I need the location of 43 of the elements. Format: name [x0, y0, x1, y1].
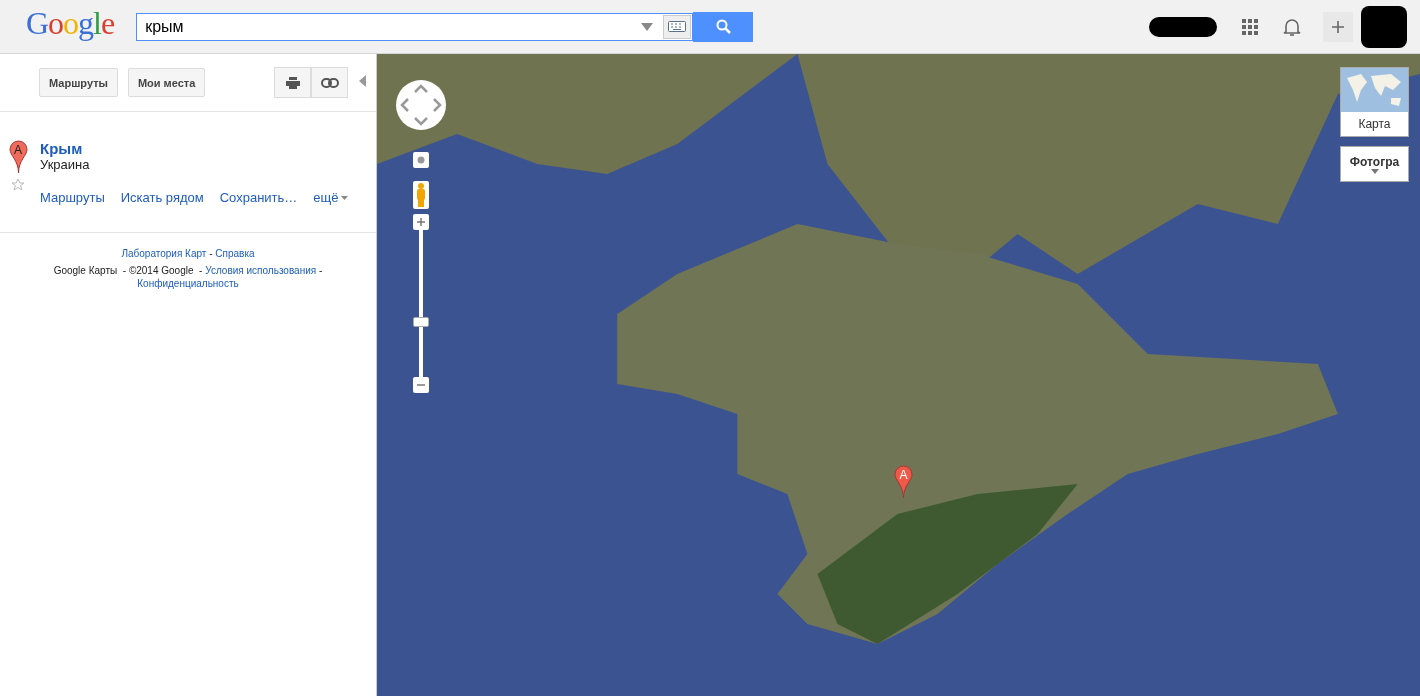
add-button[interactable]	[1323, 11, 1353, 42]
place-title[interactable]: Крым	[40, 140, 348, 157]
sidebar-button[interactable]: Маршруты	[39, 68, 118, 97]
footer-link[interactable]: Конфиденциальность	[137, 278, 239, 289]
search-button[interactable]	[693, 11, 754, 42]
search-icon	[715, 19, 731, 34]
zoom-slider-thumb[interactable]	[413, 316, 429, 327]
more-dropdown[interactable]: ещё	[313, 190, 348, 205]
redaction-mark	[1361, 5, 1407, 48]
map-type-dropdown[interactable]: Фотогра	[1340, 146, 1409, 182]
separator-text: -	[209, 248, 213, 259]
zoom-in-button[interactable]	[413, 214, 429, 230]
link-icon[interactable]	[311, 67, 348, 98]
search-bar[interactable]: крым	[136, 12, 694, 41]
caret-icon	[1370, 168, 1379, 174]
pegman-icon[interactable]	[413, 181, 429, 209]
separator-text: -	[122, 265, 127, 276]
plus-icon	[1331, 19, 1345, 34]
zoom-out-button[interactable]	[413, 377, 429, 393]
place-action-link[interactable]: Сохранить…	[219, 190, 298, 205]
caret-icon	[340, 195, 348, 200]
product-name: Google Карты	[53, 265, 118, 276]
footer-link[interactable]: Справка	[215, 248, 255, 259]
redaction-mark	[1149, 16, 1217, 37]
place-action-link[interactable]: Искать рядом	[120, 190, 204, 205]
place-subtitle: Украина	[40, 157, 91, 172]
map-type-button[interactable]: Карта	[1340, 67, 1409, 137]
keyboard-icon[interactable]	[663, 14, 692, 39]
caret-icon[interactable]	[641, 22, 654, 31]
map-marker-icon[interactable]: A	[8, 140, 28, 174]
place-action-link[interactable]: Маршруты	[40, 190, 105, 205]
plus-icon	[417, 218, 425, 226]
footer-link[interactable]: Лаборатория Карт	[121, 248, 207, 259]
separator-text: -	[199, 265, 203, 276]
google-logo[interactable]: Google	[26, 5, 115, 42]
search-field[interactable]: крым	[137, 17, 642, 36]
sidebar-button[interactable]: Мои места	[127, 68, 206, 97]
collapse-panel-icon[interactable]	[359, 75, 366, 87]
print-icon[interactable]	[274, 67, 311, 98]
minus-icon	[417, 384, 425, 386]
footer-link[interactable]: Условия использования	[205, 265, 317, 276]
separator-text: -	[319, 265, 323, 276]
copyright-text: ©2014 Google	[128, 265, 194, 276]
